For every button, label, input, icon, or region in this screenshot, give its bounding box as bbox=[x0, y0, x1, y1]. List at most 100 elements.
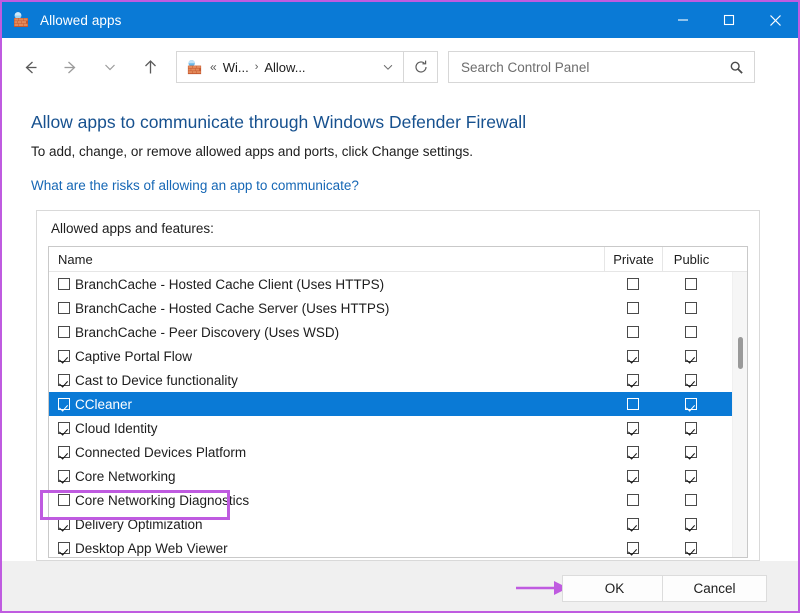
refresh-icon[interactable] bbox=[404, 51, 438, 83]
checkbox-icon[interactable] bbox=[58, 542, 70, 554]
list-scrollbar[interactable] bbox=[732, 272, 747, 558]
table-row[interactable]: Cloud Identity bbox=[49, 416, 747, 440]
table-row[interactable]: Connected Devices Platform bbox=[49, 440, 747, 464]
public-checkbox-icon[interactable] bbox=[685, 494, 697, 506]
breadcrumb-overflow-chevrons[interactable]: « bbox=[210, 60, 217, 74]
public-checkbox-icon-cell[interactable] bbox=[662, 446, 720, 458]
table-row[interactable]: BranchCache - Hosted Cache Client (Uses … bbox=[49, 272, 747, 296]
checkbox-icon[interactable] bbox=[58, 374, 70, 386]
private-checkbox-icon[interactable] bbox=[627, 398, 639, 410]
public-checkbox-icon[interactable] bbox=[685, 302, 697, 314]
private-checkbox-icon[interactable] bbox=[627, 326, 639, 338]
public-checkbox-icon-cell[interactable] bbox=[662, 542, 720, 554]
checkbox-icon[interactable] bbox=[58, 422, 70, 434]
app-name-cell[interactable]: Cast to Device functionality bbox=[49, 373, 604, 388]
checkbox-icon[interactable] bbox=[58, 326, 70, 338]
private-checkbox-icon-cell[interactable] bbox=[604, 422, 662, 434]
scrollbar-thumb[interactable] bbox=[738, 337, 743, 369]
app-name-cell[interactable]: Cloud Identity bbox=[49, 421, 604, 436]
forward-arrow-icon[interactable] bbox=[50, 47, 90, 87]
minimize-icon[interactable] bbox=[660, 2, 706, 38]
public-checkbox-icon[interactable] bbox=[685, 278, 697, 290]
public-checkbox-icon-cell[interactable] bbox=[662, 470, 720, 482]
private-checkbox-icon-cell[interactable] bbox=[604, 374, 662, 386]
public-checkbox-icon[interactable] bbox=[685, 446, 697, 458]
checkbox-icon[interactable] bbox=[58, 278, 70, 290]
app-name-cell[interactable]: Connected Devices Platform bbox=[49, 445, 604, 460]
private-checkbox-icon[interactable] bbox=[627, 542, 639, 554]
checkbox-icon[interactable] bbox=[58, 518, 70, 530]
search-input[interactable] bbox=[459, 59, 704, 76]
private-checkbox-icon[interactable] bbox=[627, 494, 639, 506]
app-name-cell[interactable]: Delivery Optimization bbox=[49, 517, 604, 532]
table-row[interactable]: Cast to Device functionality bbox=[49, 368, 747, 392]
app-name-cell[interactable]: BranchCache - Hosted Cache Client (Uses … bbox=[49, 277, 604, 292]
public-checkbox-icon[interactable] bbox=[685, 518, 697, 530]
checkbox-icon[interactable] bbox=[58, 302, 70, 314]
table-row[interactable]: Core Networking Diagnostics bbox=[49, 488, 747, 512]
private-checkbox-icon[interactable] bbox=[627, 302, 639, 314]
public-checkbox-icon-cell[interactable] bbox=[662, 326, 720, 338]
checkbox-icon[interactable] bbox=[58, 470, 70, 482]
address-bar[interactable]: « Wi... › Allow... bbox=[176, 51, 404, 83]
public-checkbox-icon-cell[interactable] bbox=[662, 422, 720, 434]
checkbox-icon[interactable] bbox=[58, 494, 70, 506]
private-checkbox-icon[interactable] bbox=[627, 518, 639, 530]
table-row[interactable]: Captive Portal Flow bbox=[49, 344, 747, 368]
public-checkbox-icon-cell[interactable] bbox=[662, 278, 720, 290]
checkbox-icon[interactable] bbox=[58, 446, 70, 458]
private-checkbox-icon[interactable] bbox=[627, 470, 639, 482]
table-row[interactable]: Delivery Optimization bbox=[49, 512, 747, 536]
private-checkbox-icon[interactable] bbox=[627, 350, 639, 362]
private-checkbox-icon-cell[interactable] bbox=[604, 518, 662, 530]
private-checkbox-icon[interactable] bbox=[627, 278, 639, 290]
private-checkbox-icon[interactable] bbox=[627, 374, 639, 386]
table-row[interactable]: Desktop App Web Viewer bbox=[49, 536, 747, 558]
breadcrumb-segment-windows[interactable]: Wi... bbox=[223, 60, 249, 75]
private-checkbox-icon-cell[interactable] bbox=[604, 350, 662, 362]
private-checkbox-icon[interactable] bbox=[627, 446, 639, 458]
column-header-public[interactable]: Public bbox=[662, 247, 720, 272]
table-row[interactable]: CCleaner bbox=[49, 392, 747, 416]
public-checkbox-icon[interactable] bbox=[685, 398, 697, 410]
public-checkbox-icon[interactable] bbox=[685, 374, 697, 386]
public-checkbox-icon[interactable] bbox=[685, 542, 697, 554]
public-checkbox-icon-cell[interactable] bbox=[662, 302, 720, 314]
private-checkbox-icon-cell[interactable] bbox=[604, 398, 662, 410]
private-checkbox-icon-cell[interactable] bbox=[604, 494, 662, 506]
app-name-cell[interactable]: Desktop App Web Viewer bbox=[49, 541, 604, 556]
cancel-button[interactable]: Cancel bbox=[662, 575, 767, 602]
chevron-down-icon[interactable] bbox=[90, 47, 130, 87]
private-checkbox-icon-cell[interactable] bbox=[604, 470, 662, 482]
public-checkbox-icon-cell[interactable] bbox=[662, 374, 720, 386]
private-checkbox-icon-cell[interactable] bbox=[604, 302, 662, 314]
private-checkbox-icon-cell[interactable] bbox=[604, 278, 662, 290]
public-checkbox-icon[interactable] bbox=[685, 326, 697, 338]
public-checkbox-icon-cell[interactable] bbox=[662, 398, 720, 410]
table-row[interactable]: BranchCache - Peer Discovery (Uses WSD) bbox=[49, 320, 747, 344]
ok-button[interactable]: OK bbox=[562, 575, 667, 602]
column-header-private[interactable]: Private bbox=[604, 247, 662, 272]
search-box[interactable] bbox=[448, 51, 755, 83]
private-checkbox-icon-cell[interactable] bbox=[604, 446, 662, 458]
checkbox-icon[interactable] bbox=[58, 350, 70, 362]
public-checkbox-icon[interactable] bbox=[685, 350, 697, 362]
up-arrow-icon[interactable] bbox=[130, 47, 170, 87]
checkbox-icon[interactable] bbox=[58, 398, 70, 410]
private-checkbox-icon[interactable] bbox=[627, 422, 639, 434]
title-bar[interactable]: Allowed apps bbox=[2, 2, 798, 38]
chevron-down-icon[interactable] bbox=[373, 52, 403, 82]
app-name-cell[interactable]: CCleaner bbox=[49, 397, 604, 412]
app-name-cell[interactable]: Core Networking bbox=[49, 469, 604, 484]
public-checkbox-icon-cell[interactable] bbox=[662, 350, 720, 362]
allowed-apps-list[interactable]: Name Private Public BranchCache - Hosted… bbox=[48, 246, 748, 558]
public-checkbox-icon-cell[interactable] bbox=[662, 518, 720, 530]
maximize-icon[interactable] bbox=[706, 2, 752, 38]
app-name-cell[interactable]: BranchCache - Hosted Cache Server (Uses … bbox=[49, 301, 604, 316]
app-name-cell[interactable]: BranchCache - Peer Discovery (Uses WSD) bbox=[49, 325, 604, 340]
table-row[interactable]: BranchCache - Hosted Cache Server (Uses … bbox=[49, 296, 747, 320]
back-arrow-icon[interactable] bbox=[10, 47, 50, 87]
public-checkbox-icon[interactable] bbox=[685, 422, 697, 434]
column-header-name[interactable]: Name bbox=[49, 252, 604, 267]
app-name-cell[interactable]: Core Networking Diagnostics bbox=[49, 493, 604, 508]
